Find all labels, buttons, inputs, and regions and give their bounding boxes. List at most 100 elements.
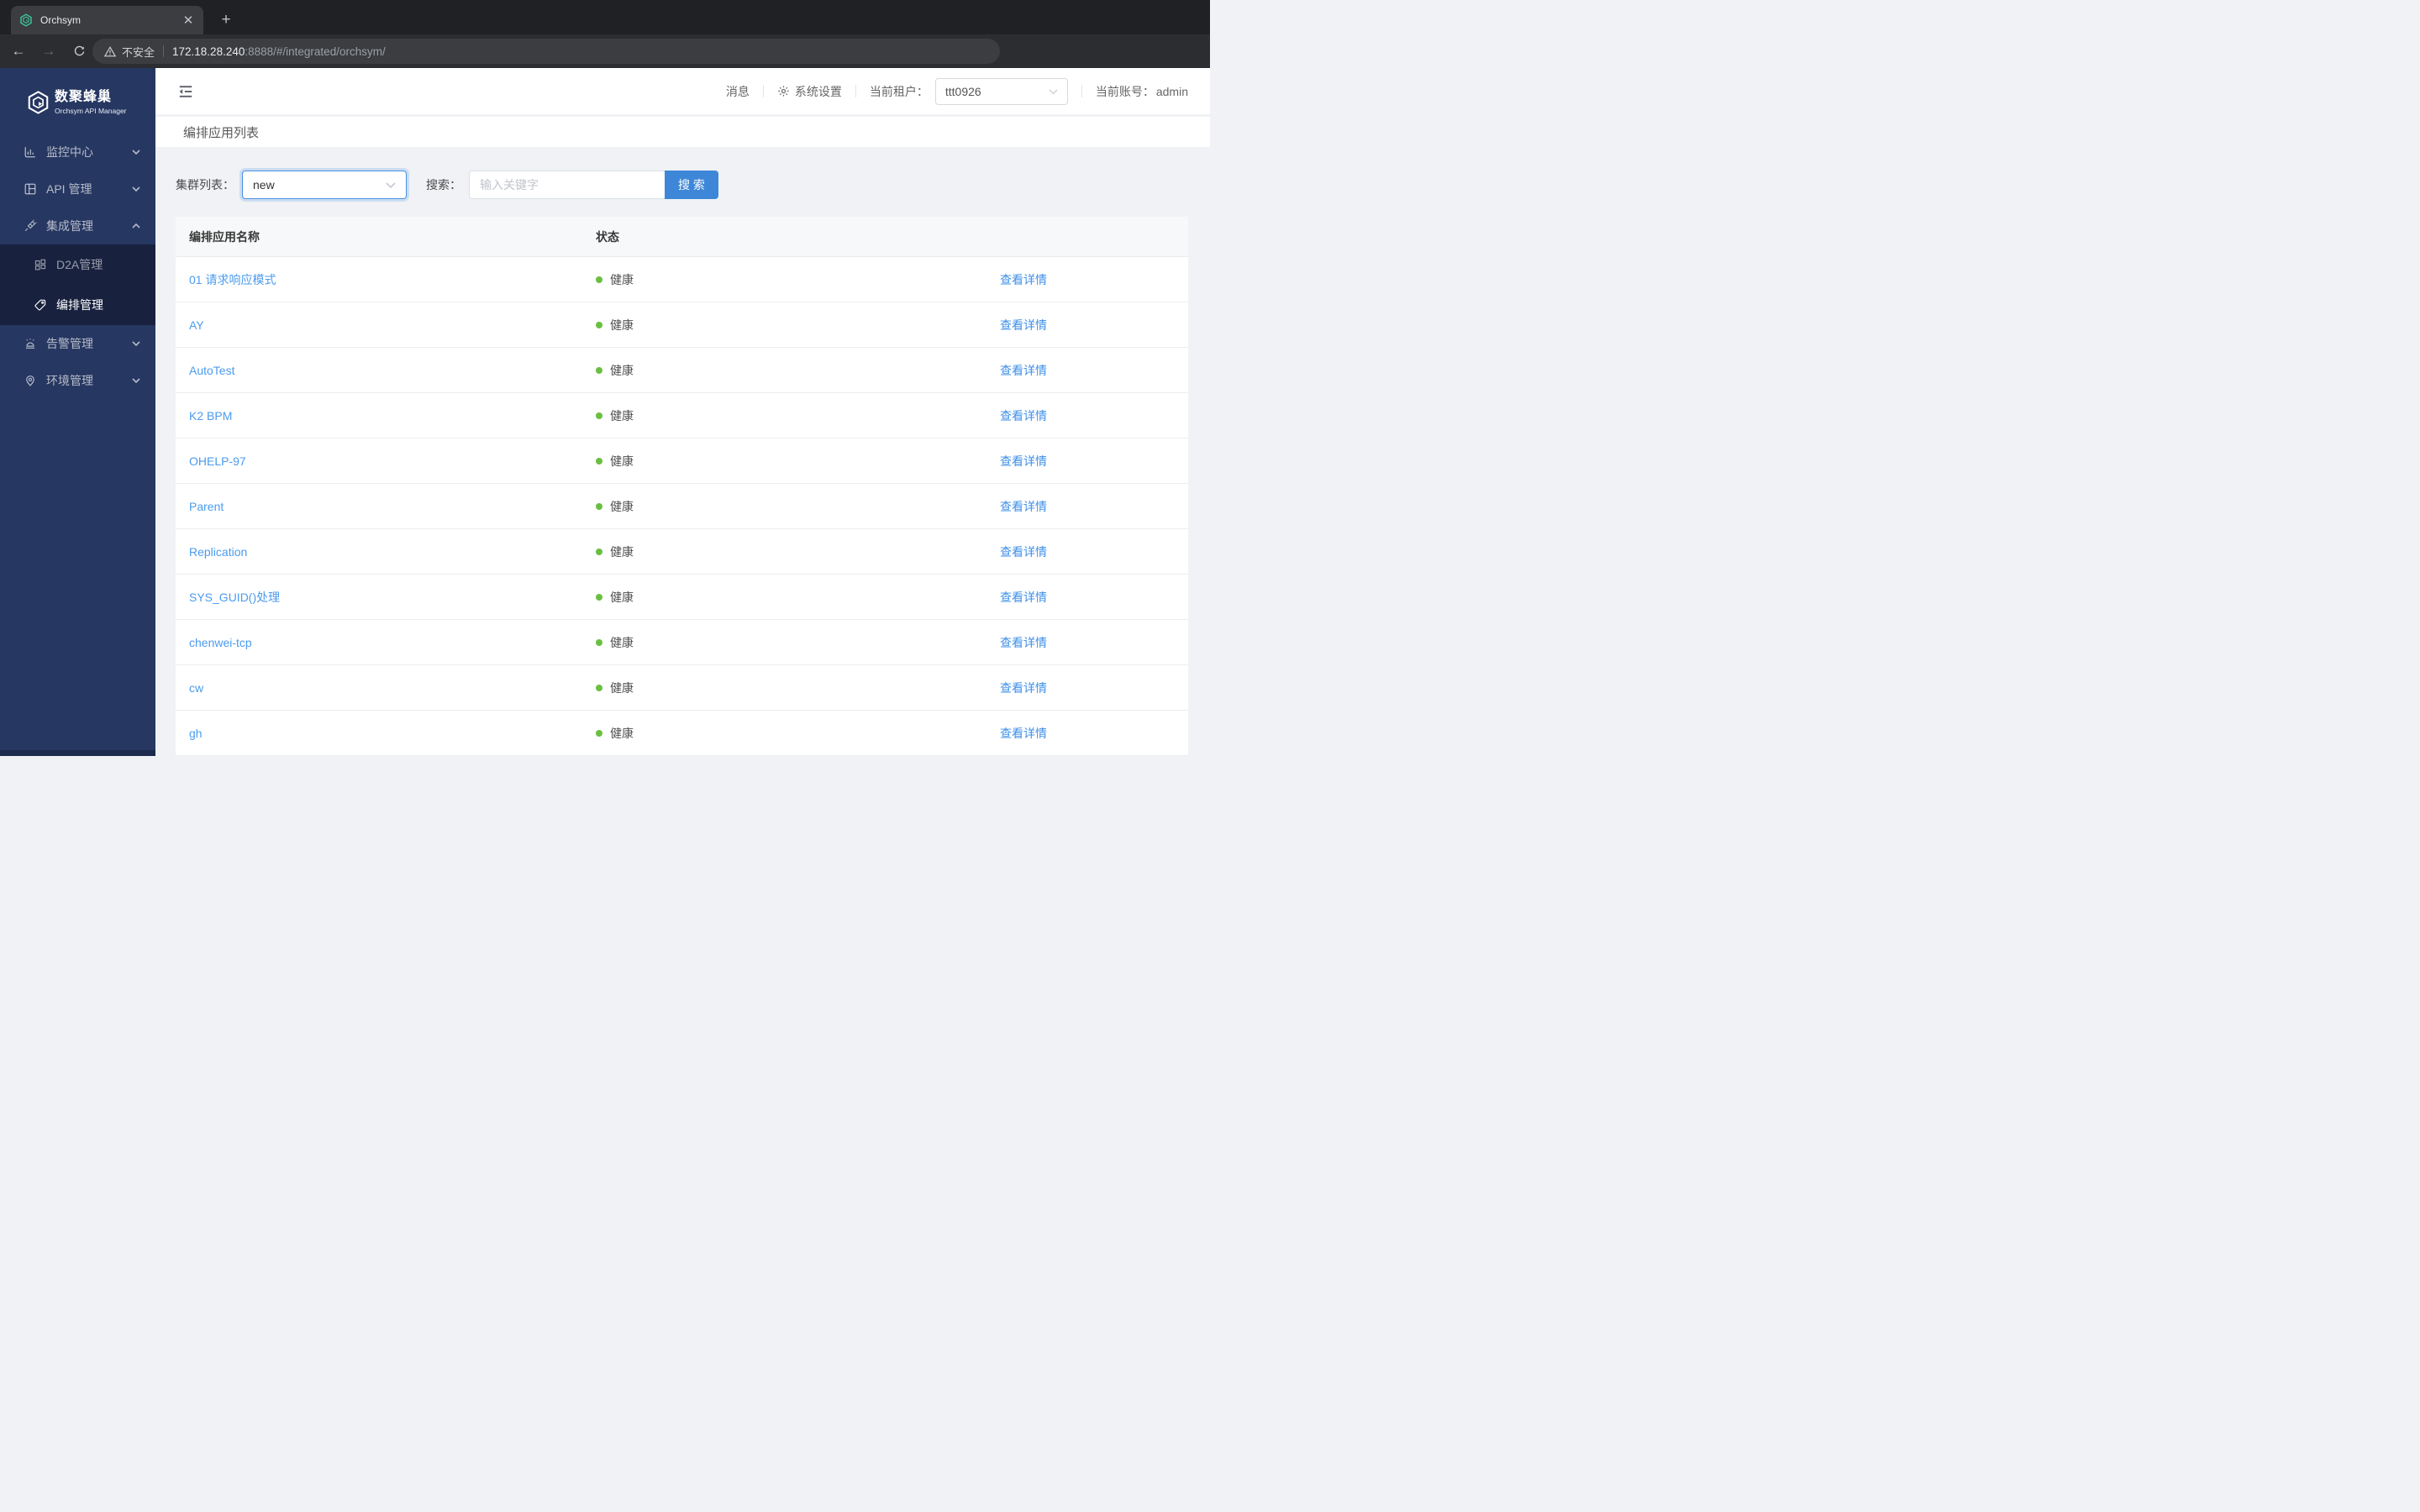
table-row: AY 健康 查看详情 — [176, 302, 1188, 348]
collapse-sidebar-icon[interactable] — [177, 83, 194, 100]
sidebar-item-orchestration-management[interactable]: 编排管理 — [0, 285, 155, 325]
tenant-label: 当前租户： — [869, 84, 929, 98]
main-area: 消息 系统设置 当前租户： ttt0926 当前账号： admin 编排应用列表… — [155, 68, 1210, 756]
app-name-link[interactable]: K2 BPM — [189, 409, 232, 423]
column-header-status: 状态 — [596, 229, 619, 244]
sidebar-footer-strip — [0, 750, 155, 756]
sidebar-item-label: 环境管理 — [46, 374, 93, 387]
app-name-link[interactable]: OHELP-97 — [189, 454, 246, 468]
status-text: 健康 — [610, 680, 634, 695]
chevron-down-icon — [132, 150, 140, 155]
sidebar-item-integration-management[interactable]: 集成管理 — [0, 207, 155, 244]
reload-icon[interactable] — [67, 39, 91, 63]
app-name-link[interactable]: Parent — [189, 500, 224, 513]
healthy-status-dot-icon — [596, 276, 602, 283]
page-title: 编排应用列表 — [183, 125, 260, 140]
search-input[interactable] — [469, 171, 665, 199]
security-chip[interactable]: 不安全 — [104, 44, 155, 60]
omnibox-divider — [163, 45, 165, 57]
view-details-link[interactable]: 查看详情 — [1000, 500, 1047, 513]
sidebar-item-label: 监控中心 — [46, 145, 93, 159]
status-text: 健康 — [610, 408, 634, 423]
status-text: 健康 — [610, 272, 634, 286]
status-text: 健康 — [610, 635, 634, 649]
search-label: 搜索： — [426, 178, 461, 192]
header-divider — [1081, 85, 1082, 98]
app-name-link[interactable]: AY — [189, 318, 204, 332]
view-details-link[interactable]: 查看详情 — [1000, 364, 1047, 377]
header-right: 消息 系统设置 当前租户： ttt0926 当前账号： admin — [726, 77, 1188, 105]
status-text: 健康 — [610, 363, 634, 377]
table-body: 01 请求响应模式 健康 查看详情 AY 健康 查看详情 AutoTest 健康… — [176, 257, 1188, 756]
tab-close-icon[interactable]: ✕ — [182, 14, 195, 27]
tab-strip: Orchsym ✕ + — [0, 0, 1210, 34]
app-name-link[interactable]: Replication — [189, 545, 247, 559]
app-name-link[interactable]: 01 请求响应模式 — [189, 273, 276, 286]
bar-chart-icon — [24, 147, 35, 158]
app-table: 编排应用名称 状态 01 请求响应模式 健康 查看详情 AY 健康 查看详情 A… — [176, 217, 1188, 756]
browser-toolbar: ← → 不安全 172.18.28.240:8888/#/integrated/… — [0, 34, 1210, 97]
view-details-link[interactable]: 查看详情 — [1000, 545, 1047, 559]
browser-tab[interactable]: Orchsym ✕ — [11, 6, 203, 34]
sidebar-item-d2a-management[interactable]: D2A管理 — [0, 244, 155, 285]
table-row: AutoTest 健康 查看详情 — [176, 348, 1188, 393]
grid-icon — [34, 259, 46, 270]
forward-icon[interactable]: → — [37, 39, 60, 63]
header-divider — [855, 85, 856, 98]
view-details-link[interactable]: 查看详情 — [1000, 454, 1047, 468]
filter-row: 集群列表： new 搜索： 搜 索 — [176, 171, 1188, 199]
messages-link[interactable]: 消息 — [726, 83, 750, 100]
search-button[interactable]: 搜 索 — [665, 171, 718, 199]
table-row: K2 BPM 健康 查看详情 — [176, 393, 1188, 438]
view-details-link[interactable]: 查看详情 — [1000, 591, 1047, 604]
cluster-label: 集群列表： — [176, 178, 234, 192]
table-row: SYS_GUID()处理 健康 查看详情 — [176, 575, 1188, 620]
app-name-link[interactable]: AutoTest — [189, 364, 234, 377]
system-settings-link[interactable]: 系统设置 — [777, 83, 842, 100]
new-tab-button[interactable]: + — [215, 9, 237, 31]
address-bar[interactable]: 不安全 172.18.28.240:8888/#/integrated/orch… — [92, 39, 1000, 64]
view-details-link[interactable]: 查看详情 — [1000, 727, 1047, 740]
content: 集群列表： new 搜索： 搜 索 编排应用名称 状态 01 请求响 — [155, 147, 1210, 756]
view-details-link[interactable]: 查看详情 — [1000, 409, 1047, 423]
cluster-select[interactable]: new — [242, 171, 407, 199]
back-icon[interactable]: ← — [7, 39, 30, 63]
app-name-link[interactable]: SYS_GUID()处理 — [189, 591, 280, 604]
status-text: 健康 — [610, 499, 634, 513]
sidebar-item-label: D2A管理 — [56, 258, 103, 271]
sidebar-item-api-management[interactable]: API 管理 — [0, 171, 155, 207]
tenant-select[interactable]: ttt0926 — [934, 77, 1068, 105]
view-details-link[interactable]: 查看详情 — [1000, 273, 1047, 286]
orchsym-logo-icon — [28, 91, 49, 114]
account-value: admin — [1155, 84, 1188, 98]
view-details-link[interactable]: 查看详情 — [1000, 318, 1047, 332]
chevron-down-icon — [132, 378, 140, 383]
app-name-link[interactable]: chenwei-tcp — [189, 636, 252, 649]
app-name-link[interactable]: gh — [189, 727, 203, 740]
security-text: 不安全 — [122, 45, 155, 59]
healthy-status-dot-icon — [596, 684, 602, 691]
view-details-link[interactable]: 查看详情 — [1000, 681, 1047, 695]
status-text: 健康 — [610, 544, 634, 559]
healthy-status-dot-icon — [596, 502, 602, 510]
status-text: 健康 — [610, 454, 634, 468]
chevron-up-icon — [132, 223, 140, 228]
sidebar-item-label: API 管理 — [46, 182, 92, 196]
brand-text: 数聚蜂巢 Orchsym API Manager — [55, 90, 127, 115]
orchsym-favicon-icon — [20, 13, 32, 27]
app-name-link[interactable]: cw — [189, 681, 203, 695]
cluster-value: new — [253, 178, 275, 192]
sidebar-nav: 监控中心 API 管理 集成管理 D2A管理 编排管理 告警管理 环境管理 — [0, 134, 155, 399]
system-settings-label: 系统设置 — [794, 84, 842, 98]
sidebar-item-monitor-center[interactable]: 监控中心 — [0, 134, 155, 171]
app-window: 数聚蜂巢 Orchsym API Manager 监控中心 API 管理 集成管… — [0, 68, 1210, 756]
sidebar-item-alert-management[interactable]: 告警管理 — [0, 325, 155, 362]
sidebar-item-label: 编排管理 — [56, 298, 103, 312]
healthy-status-dot-icon — [596, 593, 602, 601]
table-row: cw 健康 查看详情 — [176, 665, 1188, 711]
layout-icon — [24, 183, 36, 195]
healthy-status-dot-icon — [596, 321, 602, 328]
column-header-name: 编排应用名称 — [189, 229, 260, 244]
sidebar-item-environment-management[interactable]: 环境管理 — [0, 362, 155, 399]
view-details-link[interactable]: 查看详情 — [1000, 636, 1047, 649]
